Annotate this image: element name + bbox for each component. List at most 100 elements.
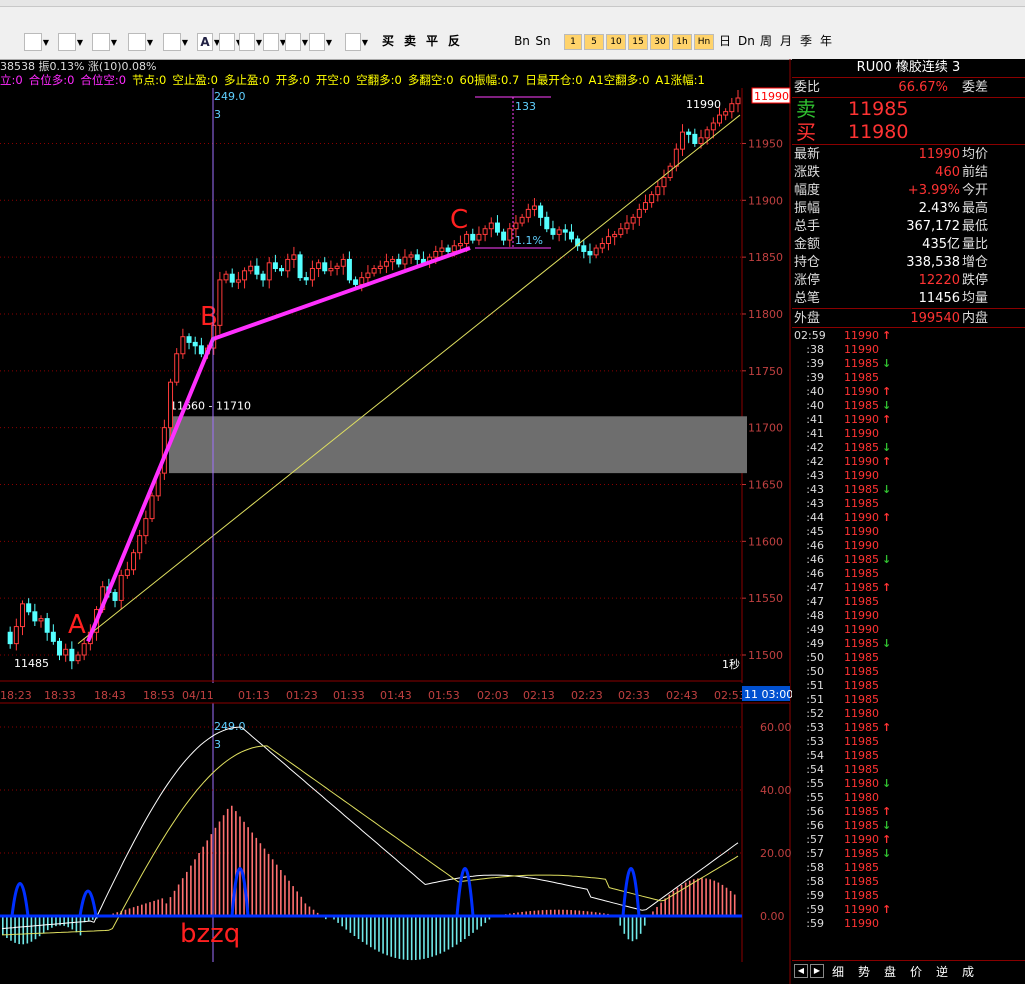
tick-time: :50: [806, 651, 824, 664]
point-label-c: C: [450, 205, 468, 235]
tick-time: :53: [806, 721, 824, 734]
histogram-bar: [2, 916, 4, 935]
tick-time: :40: [806, 385, 824, 398]
quote-row: 最新 11990 均价: [792, 146, 1025, 164]
x-tick-label: 01:53: [428, 689, 460, 702]
histogram-bar: [177, 884, 180, 916]
candle-body: [457, 243, 463, 247]
candle-body: [328, 268, 334, 272]
candle-body: [464, 233, 470, 245]
panel-tab-0[interactable]: 细: [832, 964, 844, 980]
candle-body: [242, 270, 248, 281]
quote-row-label: 持仓: [794, 255, 821, 270]
candle-body: [698, 137, 704, 144]
x-tick-label: 02:53: [714, 689, 746, 702]
tick-time: :55: [806, 791, 824, 804]
x-tick-label: 01:43: [380, 689, 412, 702]
candle-body: [587, 250, 593, 256]
arrow-up-icon: ↑: [882, 511, 892, 524]
panel-tab-4[interactable]: 逆: [936, 964, 948, 980]
histogram-bar: [459, 916, 462, 942]
tick-time: :43: [806, 483, 824, 496]
tick-time: :57: [806, 833, 824, 846]
panel-tab-1[interactable]: 势: [858, 964, 870, 980]
tick-price: 11990: [844, 539, 879, 552]
tick-price: 11985: [844, 819, 879, 832]
histogram-bar: [149, 902, 151, 916]
histogram-bar: [365, 916, 368, 945]
tick-price: 11985: [844, 889, 879, 902]
histogram-bar: [398, 916, 401, 959]
tick-time: :40: [806, 399, 824, 412]
candle-body: [735, 97, 741, 105]
candle-body: [396, 258, 402, 265]
histogram-bar: [190, 865, 192, 916]
weibi-label: 委比: [794, 80, 821, 95]
tick-row: :46 11990: [792, 539, 1025, 553]
histogram-bar: [353, 916, 356, 937]
y-tick-label: 11600: [748, 535, 783, 548]
buy-row[interactable]: 买 11980: [792, 121, 1025, 143]
candle-body: [69, 648, 75, 662]
histogram-bar: [173, 890, 176, 916]
histogram-bar: [255, 837, 258, 916]
tick-price: 11990: [844, 903, 879, 916]
tick-price: 11990: [844, 413, 879, 426]
quote-row-value: 435亿: [922, 237, 960, 252]
histogram-bar: [382, 916, 384, 954]
buy-price: 11980: [848, 121, 909, 143]
candle-body: [636, 208, 642, 218]
tick-row: 02:59 11990 ↑: [792, 329, 1025, 343]
histogram-bar: [697, 878, 699, 916]
tick-row: :50 11985: [792, 665, 1025, 679]
tick-row: :38 11990: [792, 343, 1025, 357]
tick-row: :49 11990: [792, 623, 1025, 637]
tick-row: :43 11985 ↓: [792, 483, 1025, 497]
tick-price: 11985: [844, 483, 879, 496]
tick-row: :40 11990 ↑: [792, 385, 1025, 399]
buy-label: 买: [796, 120, 816, 144]
histogram-bar: [141, 904, 143, 916]
histogram-bar: [427, 916, 429, 958]
quote-row-value: 11456: [918, 291, 960, 306]
tick-row: :44 11990 ↑: [792, 511, 1025, 525]
signal-spike: [455, 867, 475, 917]
histogram-bar: [725, 887, 728, 916]
scroll-right-icon[interactable]: ▶: [810, 964, 824, 978]
histogram-bar: [455, 916, 458, 945]
tick-row: :59 11990 ↑: [792, 903, 1025, 917]
candle-body: [223, 273, 229, 281]
histogram-bar: [627, 916, 630, 940]
panel-tab-3[interactable]: 价: [910, 964, 922, 980]
tick-row: :50 11985: [792, 651, 1025, 665]
panel-tab-5[interactable]: 成: [962, 964, 974, 980]
weidiff-label: 委差: [962, 80, 989, 95]
candle-body: [143, 518, 149, 537]
end-time-label: 11 03:00: [744, 688, 793, 701]
sell-row[interactable]: 卖 11985: [792, 98, 1025, 120]
tick-price: 11985: [844, 847, 879, 860]
quote-row-label: 幅度: [794, 183, 821, 198]
histogram-bar: [660, 902, 662, 916]
tick-time: :46: [806, 567, 824, 580]
tick-time: :44: [806, 511, 824, 524]
panel-tab-2[interactable]: 盘: [884, 964, 896, 980]
candle-body: [57, 640, 63, 656]
candle-body: [192, 341, 198, 347]
histogram-bar: [67, 916, 70, 928]
histogram-bar: [239, 816, 241, 916]
period-label: 1秒: [722, 657, 740, 671]
arrow-down-icon: ↓: [882, 399, 892, 412]
candle-body: [507, 228, 513, 241]
scroll-left-icon[interactable]: ◀: [794, 964, 808, 978]
histogram-bar: [267, 853, 270, 916]
quote-row-label2: 量比: [962, 237, 989, 252]
histogram-bar: [414, 916, 417, 960]
histogram-bar: [370, 916, 372, 948]
histogram-bar: [186, 871, 188, 916]
candle-body: [445, 247, 451, 252]
candle-body: [414, 254, 420, 260]
quote-row-value: 460: [935, 165, 960, 180]
arrow-down-icon: ↓: [882, 553, 892, 566]
candle-body: [346, 258, 352, 281]
